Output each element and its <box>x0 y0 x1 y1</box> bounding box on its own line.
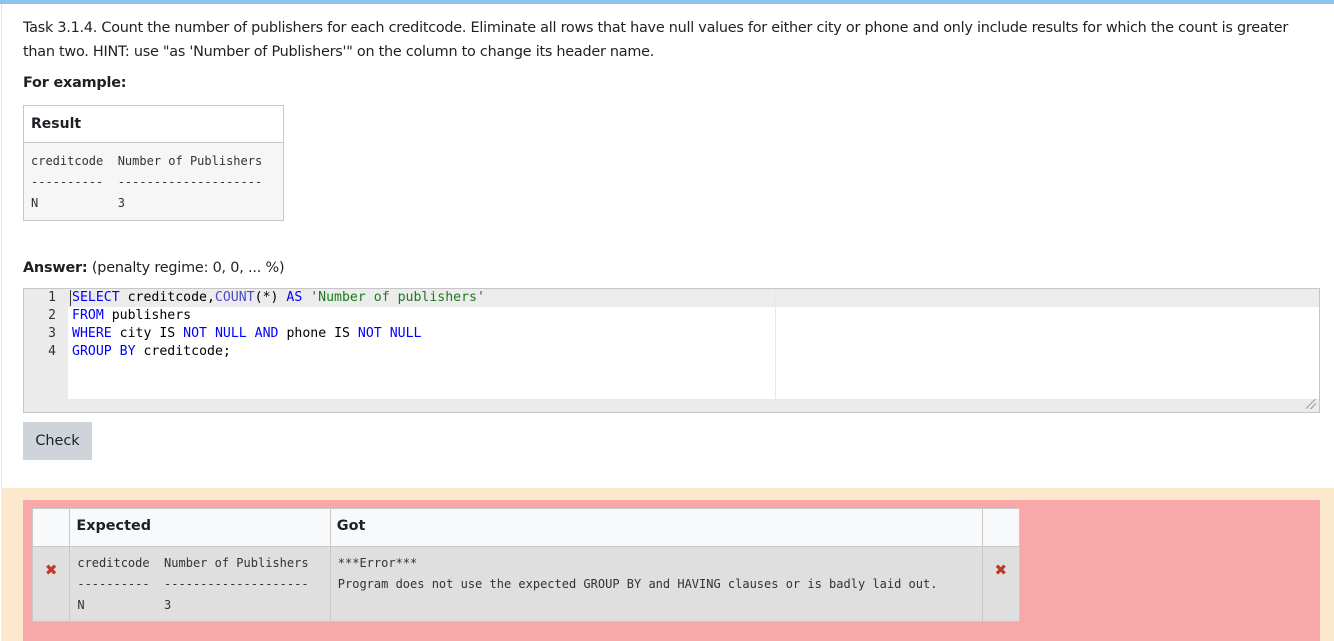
header-blank-left <box>31 508 71 547</box>
check-button[interactable]: Check <box>23 422 92 460</box>
code-token: 'Number of publishers' <box>310 290 485 305</box>
print-margin <box>775 289 776 399</box>
code-token: AND <box>254 326 279 341</box>
penalty-regime: (penalty regime: 0, 0, ... %) <box>91 260 285 276</box>
example-result-table: Result creditcode Number of Publishers -… <box>23 105 284 221</box>
code-token: GROUP <box>72 344 112 359</box>
test-results-table: Expected Got ✖ creditcode Number of Publ… <box>31 508 1021 622</box>
header-expected: Expected <box>69 508 331 547</box>
line-number-gutter: 1 2 3 4 <box>24 289 68 412</box>
code-line[interactable]: GROUP BY creditcode; <box>72 343 485 361</box>
fail-mark-cell: ✖ <box>981 546 1021 622</box>
answer-label: Answer: <box>23 260 88 276</box>
code-token: NULL <box>214 326 247 341</box>
code-token: BY <box>119 344 136 359</box>
code-token: publishers <box>103 308 192 323</box>
code-lines[interactable]: SELECT creditcode,COUNT(*) AS 'Number of… <box>72 289 485 361</box>
top-accent-bar <box>0 0 1334 4</box>
cross-icon: ✖ <box>44 561 58 579</box>
code-token: NOT <box>183 326 207 341</box>
header-blank-right <box>981 508 1021 547</box>
task-description: Task 3.1.4. Count the number of publishe… <box>23 20 1289 60</box>
example-heading: For example: <box>23 75 127 91</box>
code-token: creditcode, <box>119 290 215 305</box>
answer-heading: Answer: (penalty regime: 0, 0, ... %) <box>23 260 285 276</box>
code-token: NOT <box>357 326 382 341</box>
line-number: 2 <box>48 308 56 323</box>
line-number: 4 <box>48 344 56 359</box>
header-got: Got <box>329 508 983 547</box>
code-line[interactable]: FROM publishers <box>72 307 485 325</box>
code-token: creditcode; <box>135 344 231 359</box>
table-row: ✖ creditcode Number of Publishers ------… <box>31 546 1021 622</box>
code-input-area[interactable]: SELECT creditcode,COUNT(*) AS 'Number of… <box>68 289 1319 399</box>
line-number: 1 <box>48 290 56 305</box>
expected-output: creditcode Number of Publishers --------… <box>69 546 331 622</box>
code-line[interactable]: SELECT creditcode,COUNT(*) AS 'Number of… <box>72 289 485 307</box>
code-token: phone IS <box>278 326 358 341</box>
line-number: 3 <box>48 326 56 341</box>
resize-handle-icon[interactable] <box>1306 399 1316 409</box>
code-token: NULL <box>389 326 422 341</box>
text-cursor <box>70 290 71 306</box>
result-failure-area: Expected Got ✖ creditcode Number of Publ… <box>23 500 1320 641</box>
example-table-header: Result <box>24 106 283 143</box>
code-editor[interactable]: 1 2 3 4 SELECT creditcode,COUNT(*) AS 'N… <box>23 288 1320 413</box>
example-output: creditcode Number of Publishers --------… <box>31 154 263 210</box>
code-token: AS <box>286 290 303 305</box>
cross-icon: ✖ <box>994 561 1008 579</box>
code-token: FROM <box>72 308 104 323</box>
result-panel: Expected Got ✖ creditcode Number of Publ… <box>1 488 1334 641</box>
code-token: (*) <box>254 290 287 305</box>
fail-mark-cell: ✖ <box>31 546 71 622</box>
code-line[interactable]: WHERE city IS NOT NULL AND phone IS NOT … <box>72 325 485 343</box>
got-output: ***Error*** Program does not use the exp… <box>329 546 983 622</box>
code-token: SELECT <box>72 290 120 305</box>
code-token: WHERE <box>72 326 112 341</box>
code-token: COUNT <box>214 290 255 305</box>
code-token: city IS <box>111 326 184 341</box>
